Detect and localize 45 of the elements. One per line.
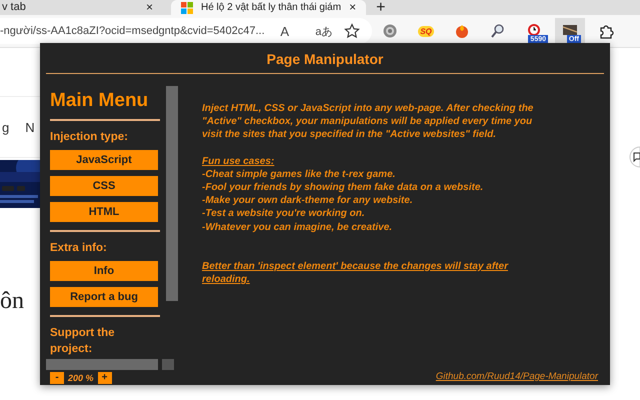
section-label: Extra info: <box>50 241 108 256</box>
menu-button[interactable]: HTML <box>50 202 158 222</box>
url-text: -người/ss-AA1c8aZI?ocid=msedgntp&cvid=5402c47... <box>0 25 266 37</box>
puzzle-icon[interactable] <box>598 23 614 39</box>
menu-heading: Main Menu <box>50 90 150 112</box>
flame-icon[interactable] <box>454 23 470 39</box>
nav-link[interactable]: g <box>2 120 10 134</box>
menu-button[interactable]: JavaScript <box>50 150 158 170</box>
section-label: Injection type: <box>50 130 129 145</box>
translate-button[interactable]: aあ <box>304 24 344 38</box>
browser-tab[interactable]: v tab × <box>0 0 163 15</box>
section-label: Support the project: <box>50 326 116 357</box>
close-button[interactable]: × <box>349 2 356 13</box>
tab-title: Hé lộ 2 vật bất ly thân thái giám <box>201 2 342 13</box>
zoom-out-button[interactable]: - <box>50 372 64 384</box>
windows-logo-icon <box>181 2 193 14</box>
zoom-in-button[interactable]: + <box>98 372 112 384</box>
scrollbar-corner <box>162 359 174 370</box>
github-link[interactable]: Github.com/Ruud14/Page-Manipulator <box>436 370 598 383</box>
list-item: -Test a website you're working on. <box>202 207 366 221</box>
zoom-value: 200 % <box>68 372 94 382</box>
list-item: -Cheat simple games like the t-rex game. <box>202 168 396 182</box>
note-text: Better than 'inspect element' because the changes will stay after reloading. <box>202 260 510 286</box>
address-bar[interactable]: -người/ss-AA1c8aZI?ocid=msedgntp&cvid=5402c47... A aあ <box>0 18 372 44</box>
menu-button[interactable]: CSS <box>50 176 158 196</box>
close-button[interactable]: × <box>146 2 153 13</box>
scrollbar[interactable] <box>166 86 178 301</box>
list-item: -Fool your friends by showing them fake data on a website. <box>202 181 484 194</box>
article-heading: ôn <box>0 288 25 315</box>
scrollbar[interactable] <box>46 359 158 370</box>
magnifier-icon[interactable] <box>490 23 506 39</box>
gear-icon[interactable] <box>382 23 398 39</box>
tab-title: v tab <box>2 2 26 13</box>
list-item: -Make your own dark-theme for any website. <box>202 194 414 208</box>
menu-button[interactable]: Info <box>50 261 158 281</box>
menu-button[interactable]: Report a bug <box>50 287 158 307</box>
read-aloud-button[interactable]: A <box>266 24 304 38</box>
list-item: -Whatever you can imagine, be creative. <box>202 220 394 234</box>
new-tab-button[interactable]: + <box>376 1 386 15</box>
popup-title: Page Manipulator <box>46 43 604 74</box>
nav-link[interactable]: N <box>25 120 35 134</box>
list-heading: Fun use cases: <box>202 154 276 168</box>
intro-text: Inject HTML, CSS or JavaScript into any web-page. After checking the "Active" checkbox, your manipulations will be applied every time you visit the sites that you specified in the "Active websites" field. <box>202 102 534 142</box>
star-icon[interactable] <box>344 23 360 39</box>
browser-tab[interactable]: Hé lộ 2 vật bất ly thân thái giám × <box>171 0 366 15</box>
